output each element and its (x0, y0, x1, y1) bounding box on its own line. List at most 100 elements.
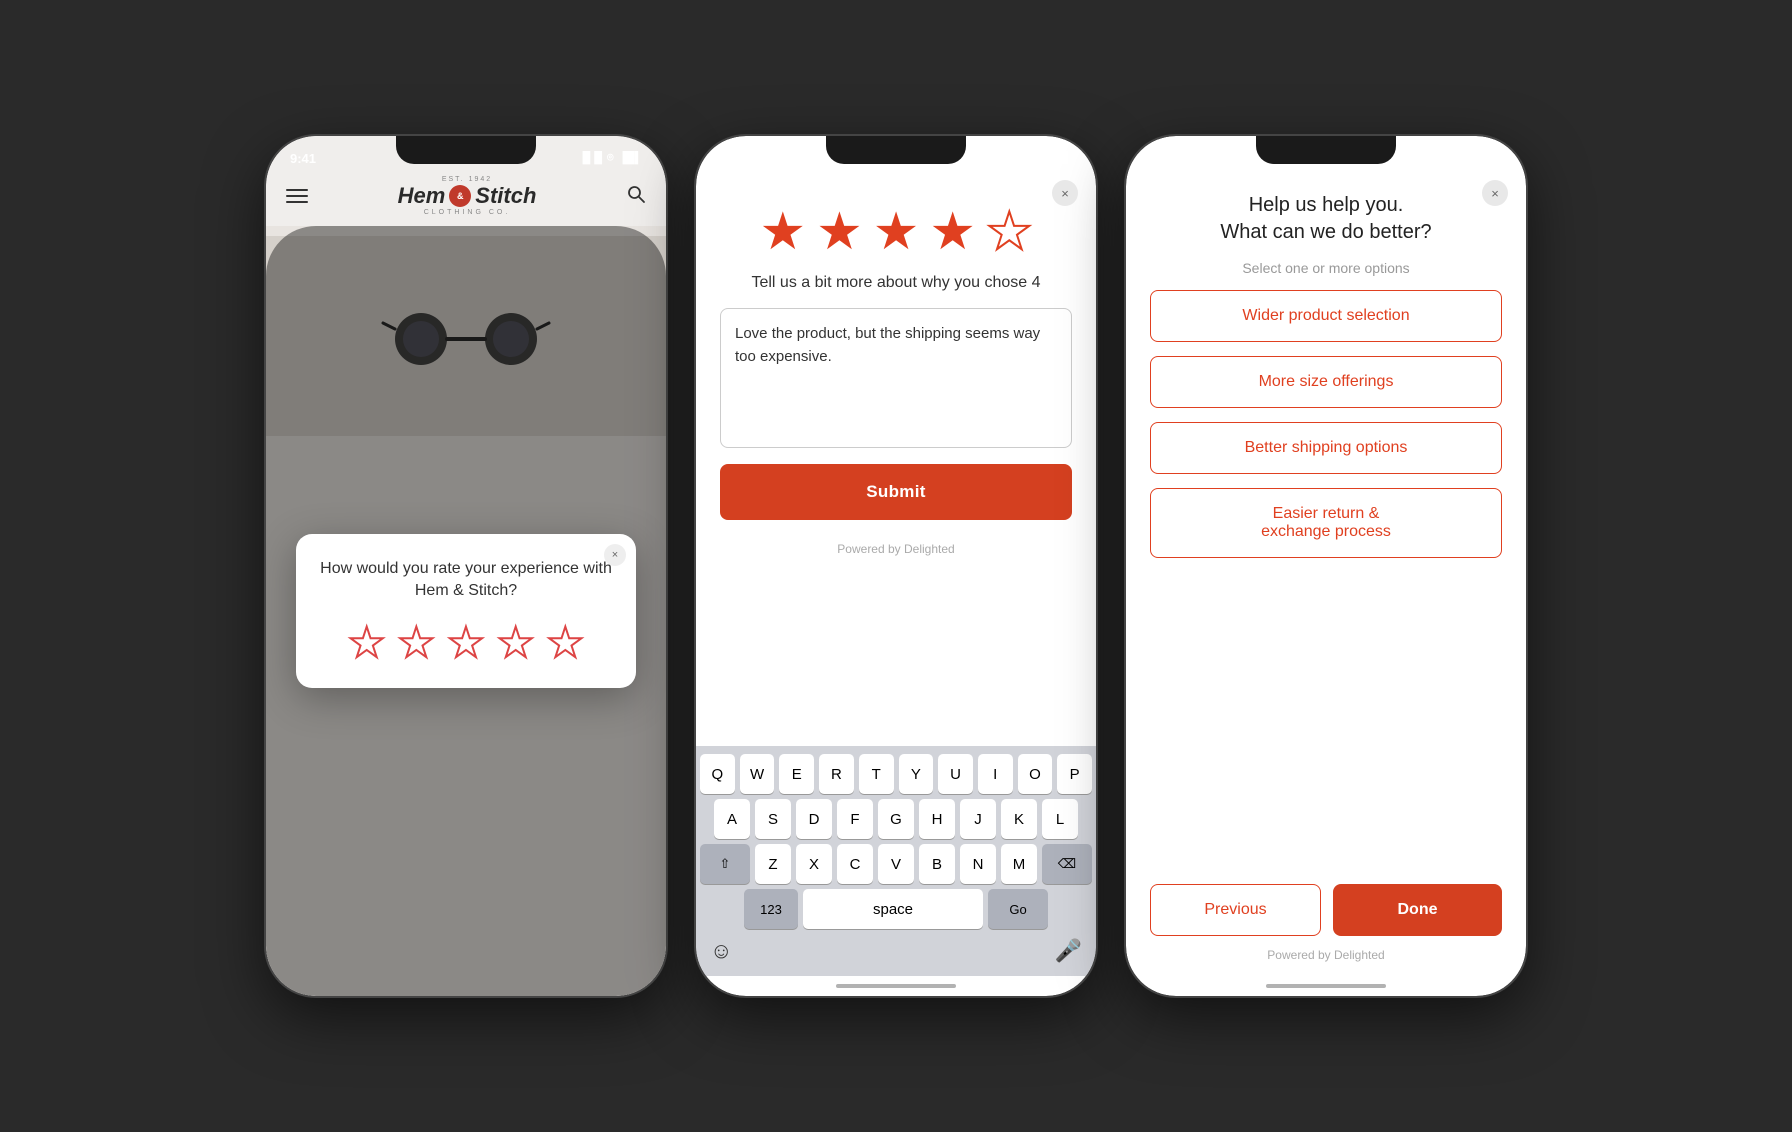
keyboard-row-1: Q W E R T Y U I O P (700, 754, 1092, 794)
p3-close-button[interactable]: × (1482, 180, 1508, 206)
p2-star-5[interactable]: ★ (986, 206, 1033, 258)
key-123[interactable]: 123 (744, 889, 798, 929)
key-p[interactable]: P (1057, 754, 1092, 794)
p3-powered-label: Powered by Delighted (1150, 948, 1502, 962)
p3-option-wider-selection[interactable]: Wider product selection (1150, 290, 1502, 342)
key-h[interactable]: H (919, 799, 955, 839)
p2-star-4[interactable]: ★ (929, 206, 976, 258)
p3-option-return-exchange[interactable]: Easier return &exchange process (1150, 488, 1502, 558)
phone-3: 9:41 ▐▌█ ⌾ ▐█▌ × Help us help you. What … (1126, 136, 1526, 996)
key-l[interactable]: L (1042, 799, 1078, 839)
phone1-app: EST. 1942 Hem & Stitch CLOTHING CO. (266, 136, 666, 996)
stars-row-1[interactable]: ★ ★ ★ ★ ★ (316, 622, 616, 664)
wifi-icon-2: ⌾ (1037, 152, 1044, 165)
brand-est: EST. 1942 (308, 176, 626, 183)
wifi-icon-1: ⌾ (607, 152, 614, 165)
notch-2 (826, 136, 966, 164)
key-e[interactable]: E (779, 754, 814, 794)
p3-title-line1: Help us help you. (1249, 194, 1404, 216)
key-space[interactable]: space (803, 889, 983, 929)
phone1-screen: 9:41 ▐▌█ ⌾ ▐█▌ EST. 1942 Hem (266, 136, 666, 996)
p3-footer: Previous Done Powered by Delighted (1126, 870, 1526, 976)
key-u[interactable]: U (938, 754, 973, 794)
p2-star-3[interactable]: ★ (873, 206, 920, 258)
p3-body: Help us help you. What can we do better?… (1126, 172, 1526, 870)
key-v[interactable]: V (878, 844, 914, 884)
key-k[interactable]: K (1001, 799, 1037, 839)
p2-star-2[interactable]: ★ (816, 206, 863, 258)
star-1-2[interactable]: ★ (398, 622, 436, 664)
p2-feedback-textarea[interactable]: Love the product, but the shipping seems… (720, 308, 1072, 448)
p2-body: ★ ★ ★ ★ ★ Tell us a bit more about why y… (696, 172, 1096, 746)
key-a[interactable]: A (714, 799, 750, 839)
keyboard-bottom-row: ☺ 🎤 (700, 934, 1092, 972)
key-z[interactable]: Z (755, 844, 791, 884)
p3-title: Help us help you. What can we do better? (1150, 192, 1502, 246)
modal-overlay-1: × How would you rate your experience wit… (266, 226, 666, 996)
key-s[interactable]: S (755, 799, 791, 839)
keyboard-row-2: A S D F G H J K L (700, 799, 1092, 839)
key-o[interactable]: O (1018, 754, 1053, 794)
key-j[interactable]: J (960, 799, 996, 839)
key-b[interactable]: B (919, 844, 955, 884)
p3-done-button[interactable]: Done (1333, 884, 1502, 936)
key-r[interactable]: R (819, 754, 854, 794)
phone-2: 9:41 ▐▌█ ⌾ ▐█▌ × ★ ★ ★ ★ ★ (696, 136, 1096, 996)
hamburger-icon[interactable] (286, 189, 308, 203)
notch-3 (1256, 136, 1396, 164)
battery-icon-1: ▐█▌ (619, 152, 642, 164)
key-n[interactable]: N (960, 844, 996, 884)
p3-title-line2: What can we do better? (1220, 221, 1431, 243)
notch-1 (396, 136, 536, 164)
status-icons-3: ▐▌█ ⌾ ▐█▌ (1439, 152, 1502, 165)
brand-sub: CLOTHING CO. (308, 209, 626, 216)
key-backspace[interactable]: ⌫ (1042, 844, 1092, 884)
p2-star-1[interactable]: ★ (759, 206, 806, 258)
modal-close-button-1[interactable]: × (604, 544, 626, 566)
p3-option-shipping[interactable]: Better shipping options (1150, 422, 1502, 474)
star-1-5[interactable]: ★ (546, 622, 584, 664)
p2-close-button[interactable]: × (1052, 180, 1078, 206)
key-q[interactable]: Q (700, 754, 735, 794)
key-d[interactable]: D (796, 799, 832, 839)
key-go[interactable]: Go (988, 889, 1048, 929)
brand-ampersand: & (449, 185, 471, 207)
key-x[interactable]: X (796, 844, 832, 884)
p2-submit-button[interactable]: Submit (720, 464, 1072, 520)
home-indicator-3 (1126, 976, 1526, 996)
signal-icon-2: ▐▌█ (1009, 152, 1032, 164)
p3-subtitle: Select one or more options (1150, 260, 1502, 276)
key-y[interactable]: Y (899, 754, 934, 794)
home-indicator-2 (696, 976, 1096, 996)
p3-action-buttons: Previous Done (1150, 884, 1502, 936)
mic-button[interactable]: 🎤 (1055, 938, 1082, 964)
key-t[interactable]: T (859, 754, 894, 794)
signal-icon-1: ▐▌█ (579, 152, 602, 164)
key-w[interactable]: W (740, 754, 775, 794)
key-m[interactable]: M (1001, 844, 1037, 884)
key-c[interactable]: C (837, 844, 873, 884)
status-icons-2: ▐▌█ ⌾ ▐█▌ (1009, 152, 1072, 165)
p3-option-size-offerings[interactable]: More size offerings (1150, 356, 1502, 408)
signal-icon-3: ▐▌█ (1439, 152, 1462, 164)
keyboard: Q W E R T Y U I O P A S D F G H (696, 746, 1096, 976)
p2-stars-row[interactable]: ★ ★ ★ ★ ★ (720, 192, 1072, 258)
p3-previous-button[interactable]: Previous (1150, 884, 1321, 936)
brand-stitch: Stitch (475, 183, 536, 209)
keyboard-row-3: ⇧ Z X C V B N M ⌫ (700, 844, 1092, 884)
search-button[interactable] (626, 184, 646, 209)
modal-question-1: How would you rate your experience with … (316, 558, 616, 603)
battery-icon-3: ▐█▌ (1479, 152, 1502, 164)
key-i[interactable]: I (978, 754, 1013, 794)
key-g[interactable]: G (878, 799, 914, 839)
star-1-4[interactable]: ★ (497, 622, 535, 664)
status-icons-1: ▐▌█ ⌾ ▐█▌ (579, 152, 642, 165)
home-bar-2 (836, 984, 956, 988)
home-bar-3 (1266, 984, 1386, 988)
key-f[interactable]: F (837, 799, 873, 839)
star-1-1[interactable]: ★ (348, 622, 386, 664)
emoji-button[interactable]: ☺ (710, 938, 732, 964)
key-shift[interactable]: ⇧ (700, 844, 750, 884)
star-1-3[interactable]: ★ (447, 622, 485, 664)
phone3-screen: 9:41 ▐▌█ ⌾ ▐█▌ × Help us help you. What … (1126, 136, 1526, 996)
